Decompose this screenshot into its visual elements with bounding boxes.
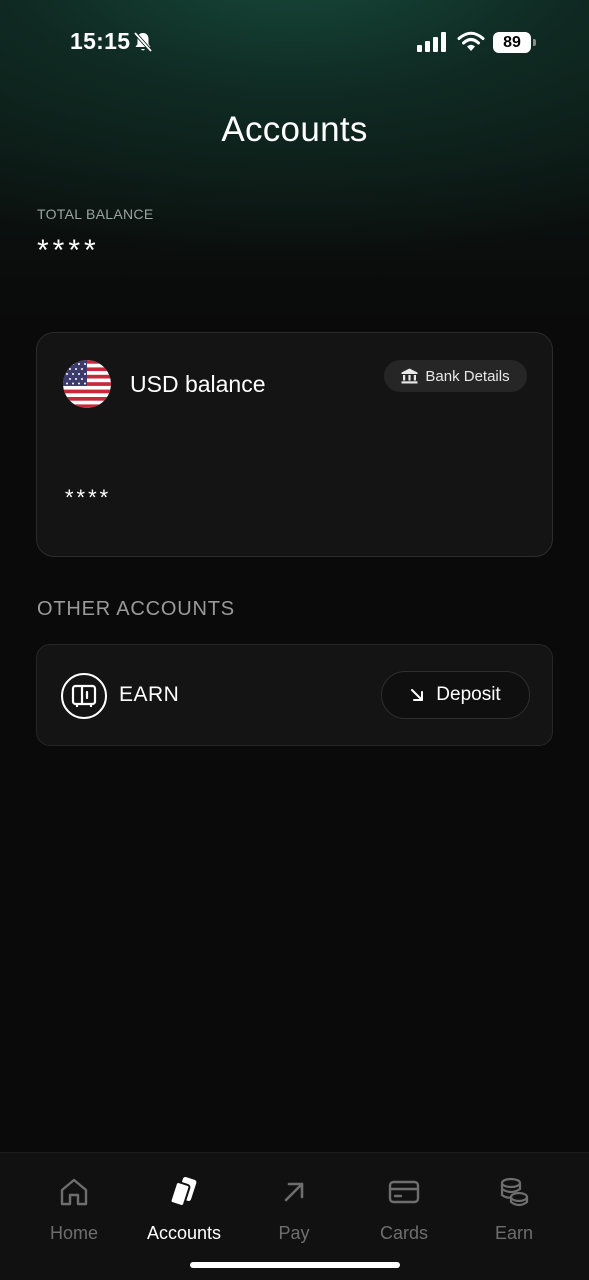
wifi-icon — [457, 31, 485, 51]
cards-icon — [169, 1177, 197, 1207]
earn-account-title: EARN — [119, 683, 180, 706]
deposit-label: Deposit — [436, 684, 501, 705]
vault-icon — [61, 673, 107, 719]
tab-pay[interactable]: Pay — [239, 1175, 349, 1255]
tab-earn-label: Earn — [494, 1223, 534, 1243]
bank-details-label: Bank Details — [425, 367, 510, 385]
signal-icon — [417, 32, 446, 52]
tab-home-label: Home — [49, 1223, 98, 1243]
total-balance-value[interactable]: **** — [37, 234, 100, 268]
tab-earn[interactable]: Earn — [459, 1175, 569, 1255]
tab-cards-label: Cards — [379, 1223, 428, 1243]
tab-accounts-label: Accounts — [146, 1223, 222, 1243]
earn-account-row[interactable]: EARN Deposit — [36, 644, 553, 746]
bank-details-button[interactable]: Bank Details — [384, 360, 527, 392]
coins-icon — [500, 1177, 529, 1207]
tab-bar: Home Accounts Pay Cards Earn — [0, 1152, 589, 1280]
tab-pay-label: Pay — [278, 1223, 310, 1243]
arrow-up-right-icon — [284, 1182, 304, 1202]
tab-home[interactable]: Home — [19, 1175, 129, 1255]
arrow-down-right-icon — [411, 689, 424, 701]
accounts-screen: 15:15 89 Accounts TOTAL BALANCE **** USD… — [0, 0, 589, 1280]
home-icon — [60, 1178, 88, 1206]
usd-balance-value: **** — [65, 485, 112, 510]
tab-cards[interactable]: Cards — [349, 1175, 459, 1255]
usd-balance-card[interactable]: USD balance Bank Details **** — [36, 332, 553, 557]
us-flag-icon — [63, 360, 111, 408]
tab-accounts[interactable]: Accounts — [129, 1175, 239, 1255]
credit-card-icon — [388, 1180, 420, 1204]
usd-balance-title: USD balance — [130, 371, 266, 397]
bell-slash-icon — [133, 31, 153, 53]
status-bar: 15:15 89 — [0, 0, 589, 88]
other-accounts-label: OTHER ACCOUNTS — [37, 598, 235, 620]
battery-level: 89 — [503, 33, 521, 51]
bank-icon — [401, 368, 418, 384]
page-title: Accounts — [221, 110, 368, 149]
status-time: 15:15 — [70, 28, 131, 54]
deposit-button[interactable]: Deposit — [381, 671, 530, 719]
home-indicator — [190, 1262, 400, 1268]
total-balance-label: TOTAL BALANCE — [37, 206, 154, 222]
battery-icon: 89 — [493, 32, 536, 53]
